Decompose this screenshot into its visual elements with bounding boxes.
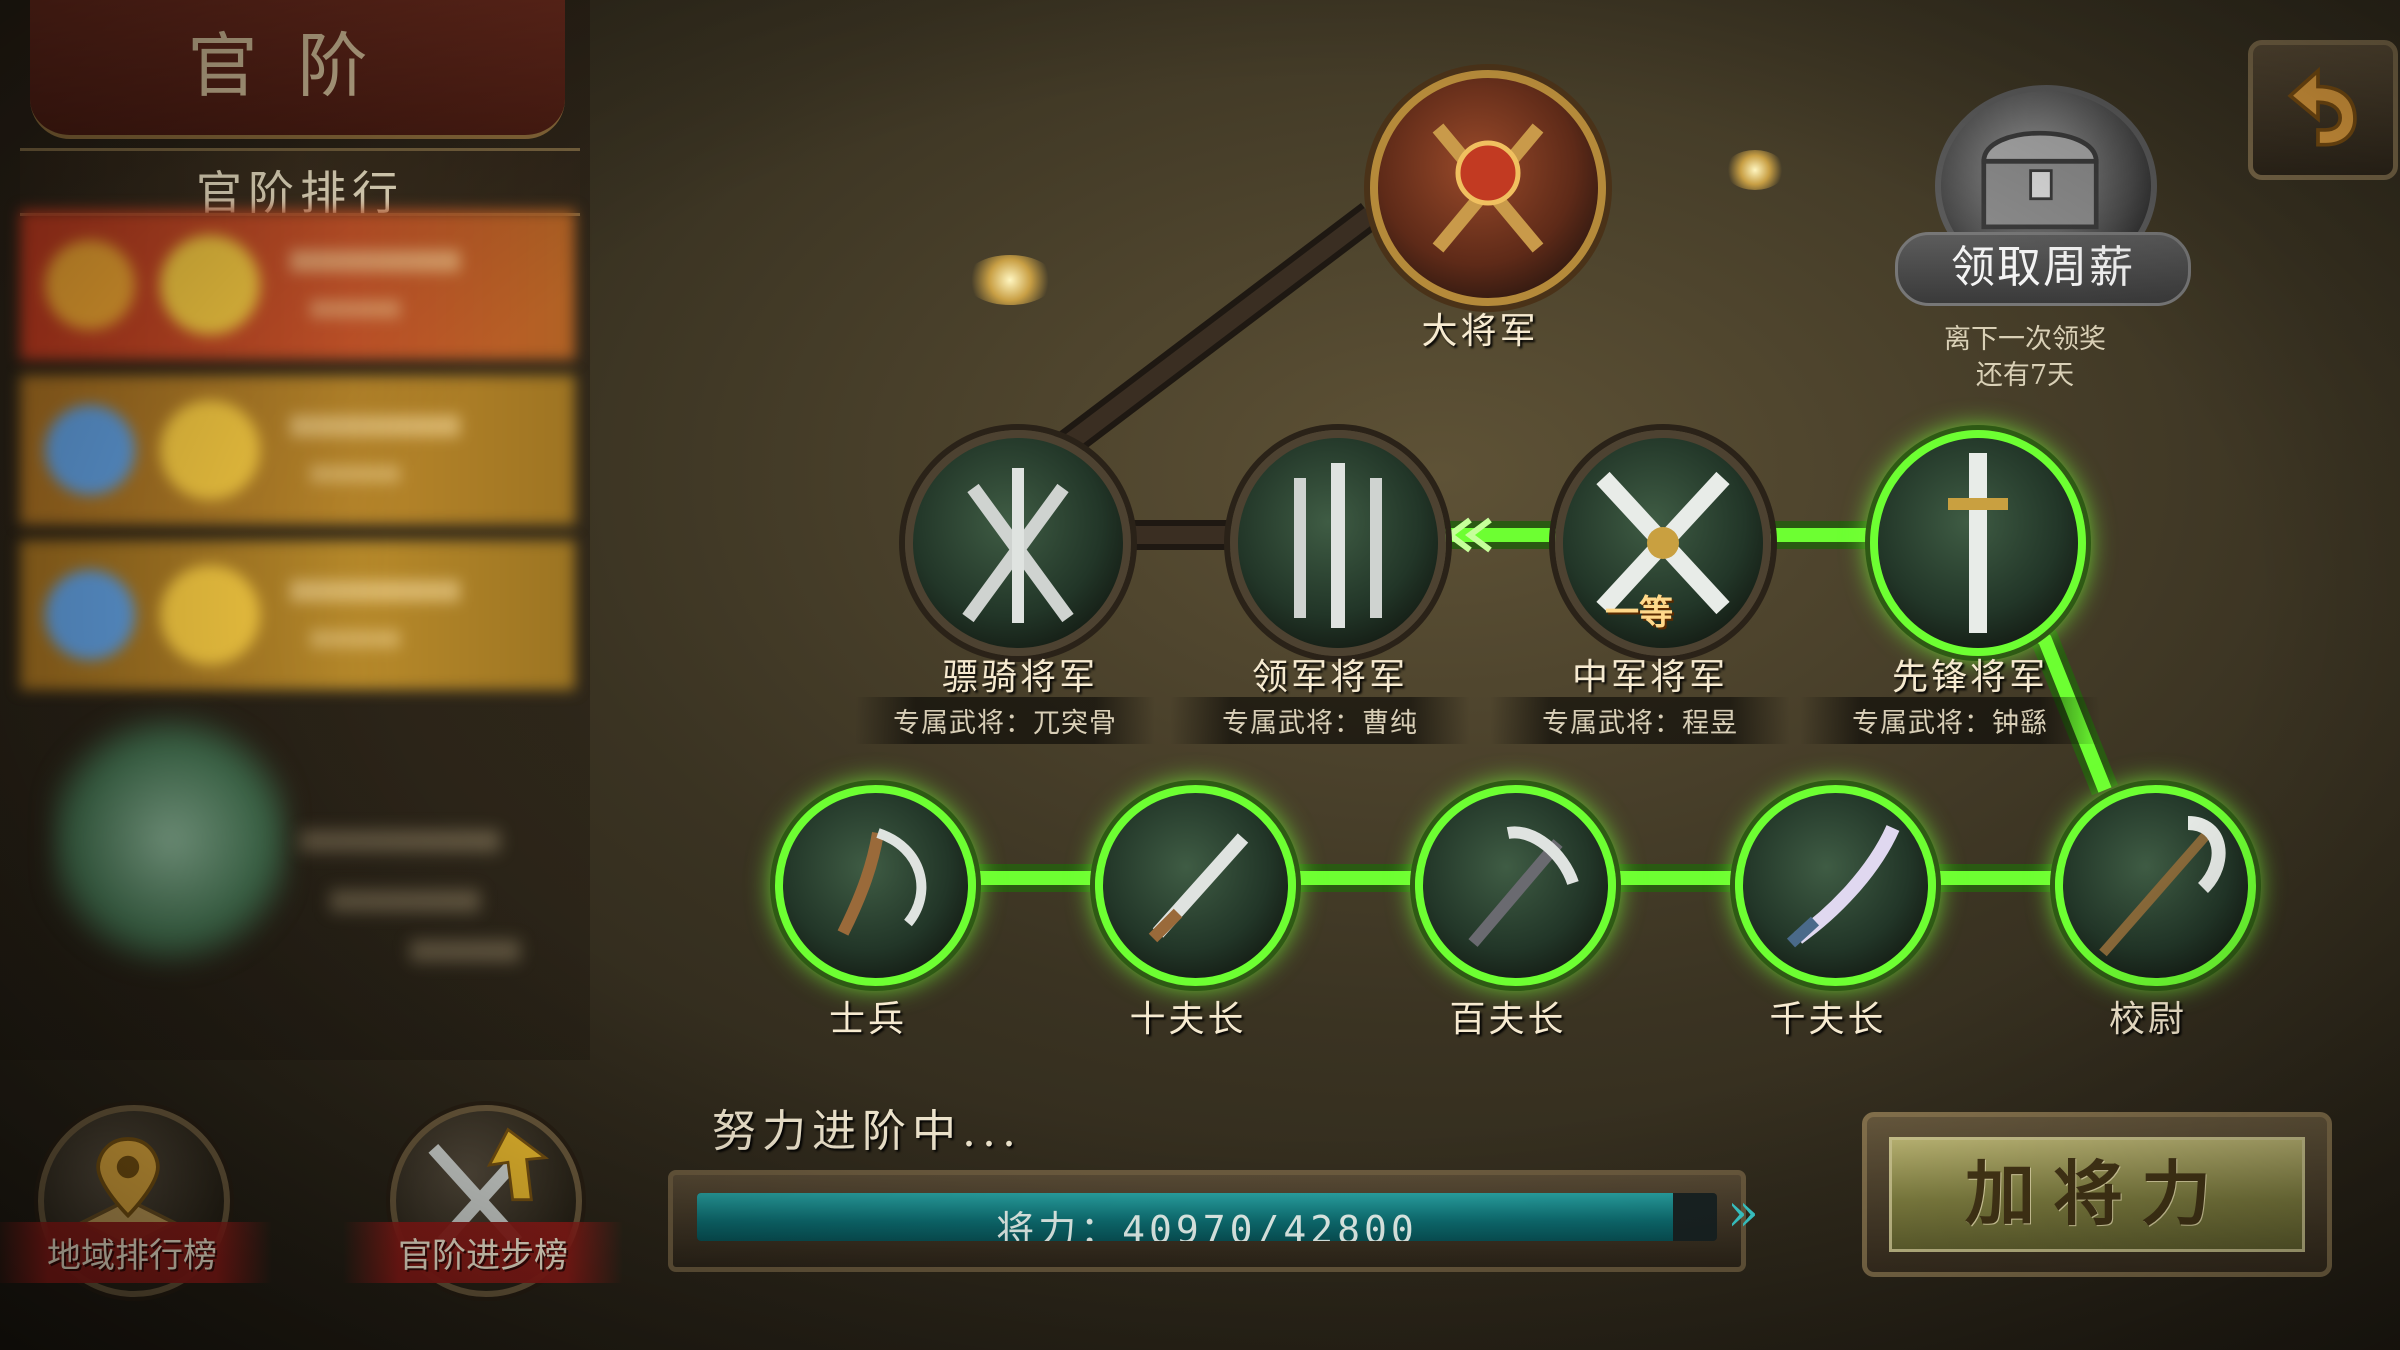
sickle-icon	[837, 828, 927, 936]
triple-sword-emblem-icon	[962, 468, 1074, 623]
rank-name-ten-chief: 十夫长	[1129, 999, 1247, 1040]
power-progress-bar: 将力：40970/42800 »	[668, 1170, 1759, 1272]
add-power-button[interactable]: 加将力	[1862, 1112, 2332, 1277]
rank-node-lingjun-general[interactable]	[1230, 430, 1446, 656]
rank-name-cavalry-general: 骠骑将军	[941, 657, 1098, 698]
rank-name-thousand-chief: 千夫长	[1769, 999, 1887, 1040]
progress-caption: 努力进阶中...	[712, 1106, 1022, 1157]
rank-node-hundred-chief[interactable]	[1415, 785, 1616, 986]
power-value: 将力：40970/42800	[996, 1208, 1418, 1241]
rank-node-thousand-chief[interactable]	[1735, 785, 1936, 986]
triple-blade-emblem-icon	[1294, 463, 1382, 628]
progress-track: 将力：40970/42800	[697, 1193, 1717, 1241]
rank-grade-badge: 一等	[1605, 593, 1673, 633]
progress-arrow-icon: »	[1727, 1183, 1759, 1243]
rank-node-cavalry-general[interactable]	[905, 430, 1131, 656]
pickaxe-icon	[1468, 826, 1579, 947]
single-sword-emblem-icon	[1948, 453, 2008, 633]
exclusive-general-lingjun: 专属武将：曹纯	[1170, 697, 1470, 744]
rank-name-lingjun-general: 领军将军	[1251, 657, 1408, 698]
dagger-icon	[1148, 833, 1249, 943]
rank-name-captain: 校尉	[2108, 999, 2187, 1040]
rank-node-ten-chief[interactable]	[1095, 785, 1296, 986]
rank-node-vanguard-general[interactable]	[1870, 430, 2086, 656]
rank-name-central-general: 中军将军	[1571, 657, 1728, 698]
battle-axe-emblem-icon	[1432, 123, 1544, 253]
rank-node-grand-general[interactable]	[1370, 70, 1606, 306]
rank-name-vanguard-general: 先锋将军	[1891, 657, 2048, 698]
add-power-label[interactable]: 加将力	[1889, 1137, 2305, 1252]
exclusive-general-central: 专属武将：程昱	[1490, 697, 1790, 744]
rank-name-soldier: 士兵	[828, 999, 907, 1040]
glaive-icon	[2099, 816, 2226, 957]
curved-sword-icon	[1786, 825, 1900, 948]
rank-node-captain[interactable]	[2055, 785, 2256, 986]
exclusive-general-vanguard: 专属武将：钟繇	[1800, 697, 2100, 744]
rank-name-hundred-chief: 百夫长	[1449, 999, 1567, 1040]
rank-name-grand-general: 大将军	[1421, 311, 1539, 352]
exclusive-general-cavalry: 专属武将：兀突骨	[855, 697, 1155, 744]
rank-node-soldier[interactable]	[775, 785, 976, 986]
